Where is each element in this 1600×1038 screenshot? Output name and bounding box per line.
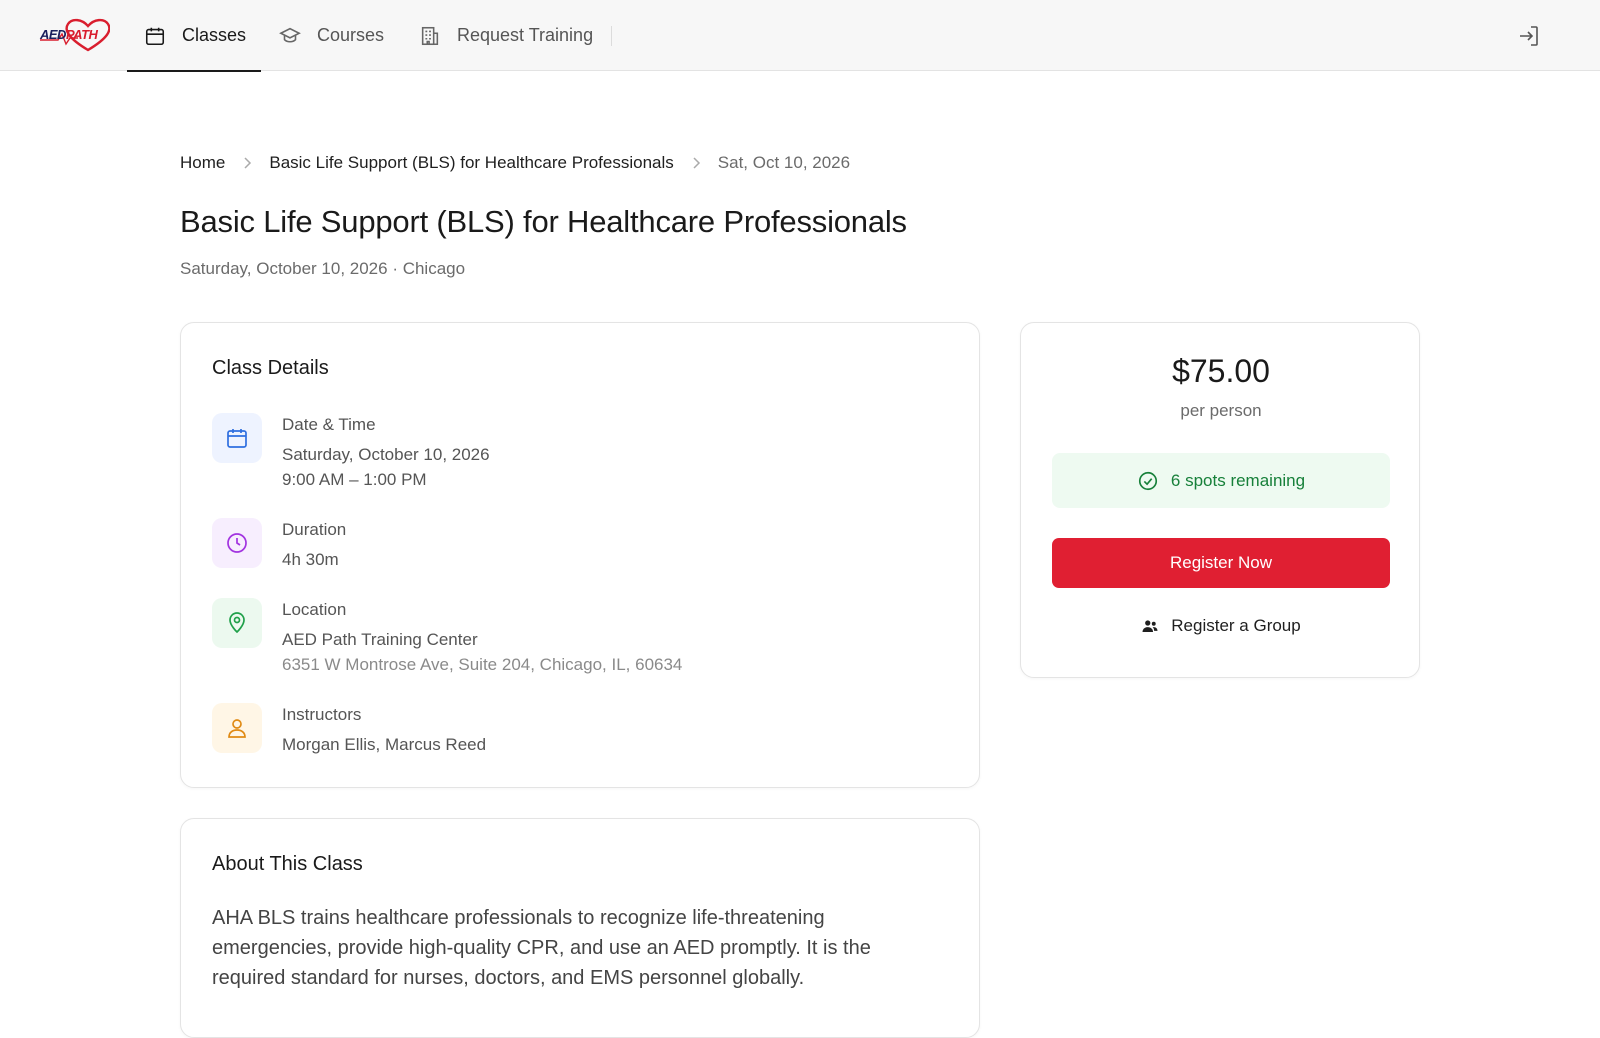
login-icon[interactable] (1517, 24, 1541, 48)
page-subtitle: Saturday, October 10, 2026 · Chicago (180, 259, 466, 278)
spots-remaining-badge: 6 spots remaining (1052, 453, 1390, 508)
top-navigation-bar: AEDPATH Classes Courses Request Training (0, 0, 1600, 72)
tab-classes-label: Classes (182, 25, 247, 45)
duration-label: Duration (282, 520, 347, 539)
class-details-title: Class Details (212, 357, 329, 379)
breadcrumb-course[interactable]: Basic Life Support (BLS) for Healthcare … (269, 153, 673, 173)
logo-wordmark: AEDPATH (40, 27, 98, 42)
breadcrumb-current: Sat, Oct 10, 2026 (717, 153, 851, 172)
date-time-label: Date & Time (282, 415, 376, 434)
location-label: Location (282, 600, 347, 619)
clock-icon (227, 533, 247, 553)
price-unit: per person (1180, 401, 1262, 420)
about-class-title: About This Class (212, 853, 363, 875)
breadcrumb-home[interactable]: Home (180, 153, 225, 173)
calendar-icon-tile (212, 413, 262, 463)
register-group-label: Register a Group (1171, 616, 1301, 635)
pricing-card: $75.00 per person 6 spots remaining Regi… (1020, 322, 1420, 678)
user-icon-tile (212, 703, 262, 753)
instructors-label: Instructors (282, 705, 362, 724)
breadcrumb: Home Basic Life Support (BLS) for Health… (180, 153, 850, 173)
spots-remaining-text: 6 spots remaining (1170, 470, 1306, 490)
class-details-card: Class Details Date & Time Saturday, Octo… (180, 322, 980, 788)
aedpath-logo[interactable]: AEDPATH (38, 18, 111, 52)
chevron-right-icon (693, 157, 700, 169)
nav-divider (611, 26, 612, 46)
map-pin-icon-tile (212, 598, 262, 648)
tab-courses-label: Courses (317, 25, 385, 45)
graduation-cap-icon (279, 27, 301, 43)
location-address: 6351 W Montrose Ave, Suite 204, Chicago,… (282, 655, 683, 674)
page-title: Basic Life Support (BLS) for Healthcare … (180, 204, 907, 239)
about-class-text: AHA BLS trains healthcare professionals … (212, 907, 871, 989)
date-value: Saturday, October 10, 2026 (282, 445, 490, 464)
price-value: $75.00 (1172, 353, 1270, 389)
users-icon (1142, 620, 1158, 632)
user-icon (228, 719, 246, 738)
calendar-icon (145, 27, 165, 45)
location-name: AED Path Training Center (282, 630, 478, 649)
about-class-card: About This Class AHA BLS trains healthca… (180, 818, 980, 1038)
building-icon (421, 26, 439, 45)
chevron-right-icon (244, 157, 252, 169)
register-now-button[interactable]: Register Now (1052, 538, 1390, 588)
check-circle-icon (1138, 471, 1157, 490)
tab-request-training[interactable]: Request Training (419, 0, 593, 71)
instructors-value: Morgan Ellis, Marcus Reed (282, 735, 487, 754)
duration-value: 4h 30m (282, 550, 339, 569)
time-value: 9:00 AM – 1:00 PM (282, 470, 427, 489)
calendar-icon (227, 429, 247, 448)
register-group-button[interactable]: Register a Group (1052, 603, 1390, 649)
tab-classes[interactable]: Classes (126, 0, 262, 72)
map-pin-icon (229, 612, 245, 634)
tab-courses[interactable]: Courses (279, 0, 384, 71)
tab-request-training-label: Request Training (457, 25, 594, 45)
clock-icon-tile (212, 518, 262, 568)
